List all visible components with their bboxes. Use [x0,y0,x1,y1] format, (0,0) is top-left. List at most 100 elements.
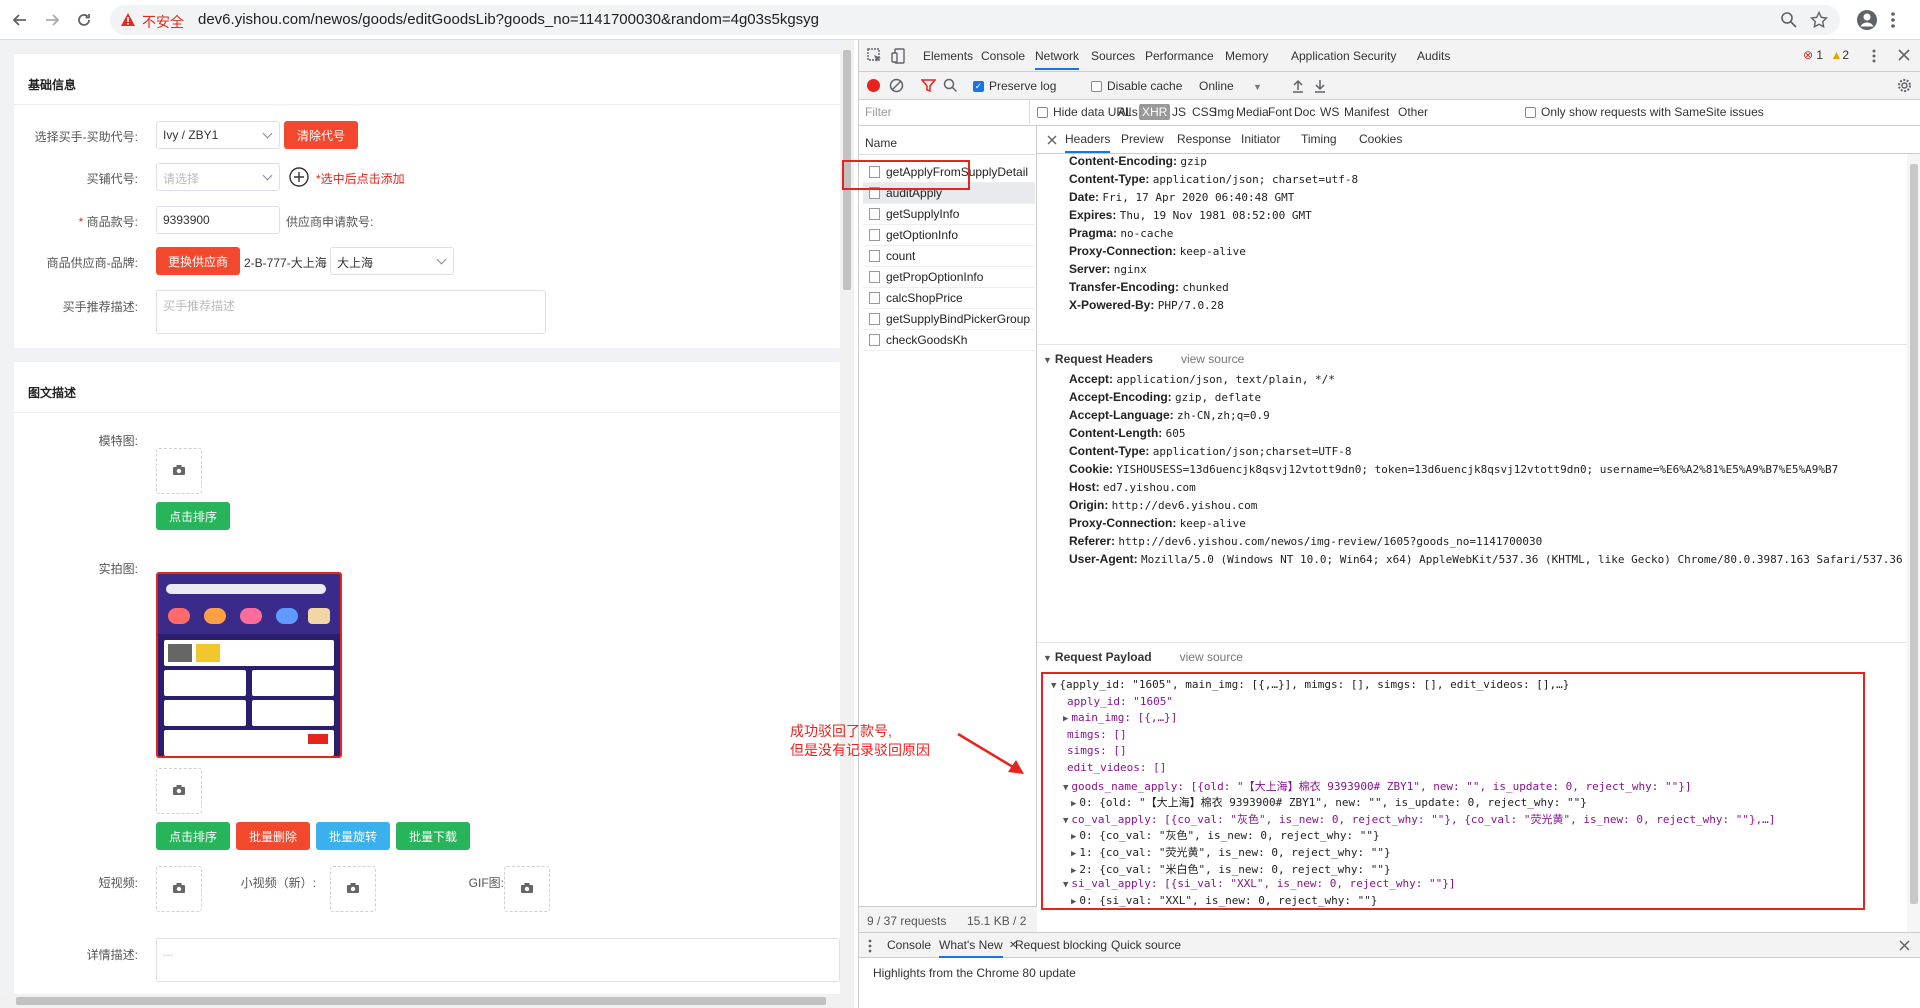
header-row: Accept: application/json, text/plain, */… [1069,372,1335,386]
detail-tab-response[interactable]: Response [1177,126,1231,153]
record-icon[interactable] [867,79,880,92]
clear-code-button[interactable]: 清除代号 [284,121,358,149]
bookmark-star-icon[interactable] [1809,10,1829,32]
model-image-upload[interactable] [156,448,202,494]
profile-avatar-icon[interactable] [1856,9,1878,34]
filter-icon[interactable] [920,78,937,96]
batch-delete-button[interactable]: 批量删除 [236,822,310,850]
request-item[interactable]: calcShopPrice [863,288,1035,309]
type-filter-all[interactable]: All [1115,104,1134,120]
scrollbar-thumb[interactable] [16,997,826,1005]
batch-rotate-button[interactable]: 批量旋转 [316,822,390,850]
detail-tab-timing[interactable]: Timing [1301,126,1337,153]
scrollbar-thumb[interactable] [1910,164,1918,904]
tab-security[interactable]: Security [1353,42,1396,70]
transfer-size: 15.1 KB / 2 [967,914,1027,928]
supplier-label: 商品供应商-品牌: [46,256,138,270]
request-item[interactable]: getPropOptionInfo [863,267,1035,288]
request-item[interactable]: count [863,246,1035,267]
page-horizontal-scrollbar[interactable] [0,994,854,1008]
close-detail-icon[interactable] [1047,134,1057,148]
request-payload-title[interactable]: ▼ Request Payload view source [1043,650,1243,664]
add-circle-icon[interactable] [288,166,310,191]
type-filter-other[interactable]: Other [1395,104,1431,120]
type-filter-doc[interactable]: Doc [1291,104,1318,120]
type-filter-xhr[interactable]: XHR [1139,104,1171,120]
detail-tab-cookies[interactable]: Cookies [1359,126,1402,153]
tab-performance[interactable]: Performance [1145,42,1214,70]
request-item[interactable]: getSupplyInfo [863,204,1035,225]
tab-console[interactable]: Console [981,42,1025,70]
inspect-element-icon[interactable] [867,48,883,67]
type-filter-js[interactable]: JS [1169,104,1189,120]
drawer-menu-icon[interactable] [867,939,873,956]
samesite-checkbox[interactable]: Only show requests with SameSite issues [1525,105,1764,119]
name-column-header[interactable]: Name [865,136,897,150]
tab-elements[interactable]: Elements [923,42,973,70]
real-image-upload[interactable] [156,768,202,814]
drawer-tab-console[interactable]: Console [887,933,931,958]
address-bar[interactable]: 不安全 dev6.yishou.com/newos/goods/editGood… [110,5,1840,35]
throttling-select[interactable]: Online ▼ [1199,79,1262,93]
request-item[interactable]: checkGoodsKh [863,330,1035,351]
filter-input[interactable]: Filter [865,105,1025,119]
request-item[interactable]: getOptionInfo [863,225,1035,246]
request-headers-title[interactable]: ▼ Request Headers view source [1043,352,1244,366]
mini-video-label: 小视频（新）: [240,876,316,890]
basic-info-card: 基础信息 选择买手-买助代号: Ivy / ZBY1 清除代号 买铺代号: 请选… [14,54,840,348]
goods-no-input[interactable]: 9393900 [156,206,280,234]
preserve-log-checkbox[interactable]: ✓ Preserve log [973,79,1056,93]
type-filter-ws[interactable]: WS [1317,104,1342,120]
sort-model-button[interactable]: 点击排序 [156,502,230,530]
tab-audits[interactable]: Audits [1417,42,1450,70]
tab-sources[interactable]: Sources [1091,42,1135,70]
detail-tab-preview[interactable]: Preview [1121,126,1164,153]
brand-select[interactable]: 大上海 [330,247,454,275]
request-headers-view-source[interactable]: view source [1181,352,1244,366]
sort-real-button[interactable]: 点击排序 [156,822,230,850]
gif-upload[interactable] [504,866,550,912]
clear-icon[interactable] [889,78,904,96]
search-icon[interactable] [943,78,958,96]
detail-tab-initiator[interactable]: Initiator [1241,126,1280,153]
issues-counter[interactable]: ⊗ 1 ▲2 [1803,48,1849,62]
close-devtools-icon[interactable] [1897,48,1911,65]
zoom-icon[interactable] [1780,11,1798,32]
drawer-tab-request-blocking[interactable]: Request blocking [1015,933,1107,958]
tab-network[interactable]: Network [1035,42,1080,70]
buyer-select[interactable]: Ivy / ZBY1 [156,121,280,149]
reload-icon[interactable] [72,8,96,32]
change-supplier-button[interactable]: 更换供应商 [156,247,240,275]
drawer-tab-quick-source[interactable]: Quick source [1111,933,1181,958]
buyer-desc-textarea[interactable]: 买手推荐描述 [156,290,546,334]
mini-video-upload[interactable] [330,866,376,912]
browser-menu-icon[interactable] [1890,10,1896,33]
network-settings-gear-icon[interactable] [1897,78,1912,96]
batch-download-button[interactable]: 批量下载 [396,822,470,850]
tab-application[interactable]: Application [1291,42,1350,70]
device-toolbar-icon[interactable] [891,48,907,67]
header-row: Host: ed7.yishou.com [1069,480,1196,494]
request-item[interactable]: getSupplyBindPickerGroup [863,309,1035,330]
detail-desc-textarea[interactable]: ... [156,938,840,982]
shop-code-select[interactable]: 请选择 [156,163,280,191]
drawer-tab-what-s-new[interactable]: What's New [939,933,1003,958]
forward-icon[interactable] [40,8,64,32]
payload-view-source[interactable]: view source [1180,650,1243,664]
header-name: Accept: [1069,372,1114,386]
close-drawer-icon[interactable] [1899,940,1910,954]
url-text[interactable]: dev6.yishou.com/newos/goods/editGoodsLib… [198,11,819,28]
disable-cache-checkbox[interactable]: Disable cache [1091,79,1182,93]
goods-no-label: * 商品款号: [78,215,138,229]
devtools-menu-icon[interactable] [1871,48,1877,67]
detail-scrollbar[interactable] [1907,154,1920,932]
import-har-icon[interactable] [1291,78,1305,96]
real-image-thumbnail[interactable] [156,572,342,758]
export-har-icon[interactable] [1313,78,1327,96]
tab-memory[interactable]: Memory [1225,42,1268,70]
type-filter-manifest[interactable]: Manifest [1341,104,1392,120]
back-icon[interactable] [8,8,32,32]
header-row: Pragma: no-cache [1069,226,1173,240]
detail-tab-headers[interactable]: Headers [1065,126,1111,153]
short-video-upload[interactable] [156,866,202,912]
